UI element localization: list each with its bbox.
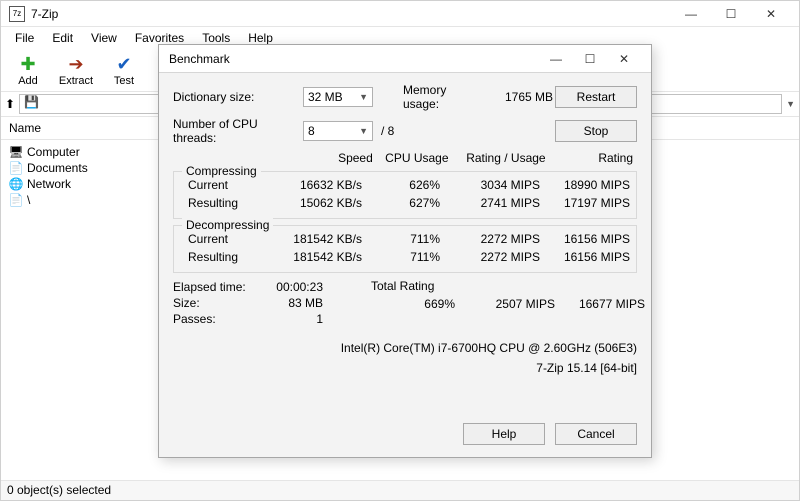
up-icon[interactable]: ⬆	[5, 97, 15, 111]
decomp-resulting-speed: 181542 KB/s	[266, 250, 366, 264]
app-title: 7-Zip	[31, 7, 671, 21]
plus-icon: ✚	[17, 53, 39, 75]
decomp-resulting-cpu: 711%	[366, 250, 444, 264]
decomp-current-r: 16156 MIPS	[544, 232, 634, 246]
benchmark-dialog: Benchmark — ☐ ✕ Dictionary size: 32 MB ▼…	[158, 44, 652, 458]
comp-resulting-ru: 2741 MIPS	[444, 196, 544, 210]
list-item-label: Computer	[27, 145, 80, 159]
decomp-resulting-r: 16156 MIPS	[544, 250, 634, 264]
header-rating-usage: Rating / Usage	[453, 151, 550, 165]
header-rating: Rating	[550, 151, 637, 165]
decomp-current-speed: 181542 KB/s	[266, 232, 366, 246]
dialog-minimize-button[interactable]: —	[539, 48, 573, 70]
total-rating-label: Total Rating	[347, 279, 645, 293]
passes-value: 1	[261, 312, 323, 326]
passes-label: Passes:	[173, 312, 261, 326]
dict-size-value: 32 MB	[308, 90, 343, 104]
menu-view[interactable]: View	[83, 29, 125, 47]
list-item-label: \	[27, 193, 30, 207]
elapsed-value: 00:00:23	[261, 280, 323, 294]
stop-button[interactable]: Stop	[555, 120, 637, 142]
threads-select[interactable]: 8 ▼	[303, 121, 373, 141]
add-button[interactable]: ✚ Add	[5, 51, 51, 89]
cancel-button[interactable]: Cancel	[555, 423, 637, 445]
decomp-current-ru: 2272 MIPS	[444, 232, 544, 246]
compressing-title: Compressing	[182, 164, 261, 178]
decompressing-title: Decompressing	[182, 218, 273, 232]
chevron-down-icon: ▼	[359, 126, 368, 136]
main-titlebar: 7z 7-Zip — ☐ ✕	[1, 1, 799, 27]
decomp-current-cpu: 711%	[366, 232, 444, 246]
size-label: Size:	[173, 296, 261, 310]
dict-size-label: Dictionary size:	[173, 90, 303, 104]
check-icon: ✔	[113, 53, 135, 75]
list-item-label: Documents	[27, 161, 88, 175]
drive-icon: 💾	[24, 95, 39, 109]
extract-button[interactable]: ➔ Extract	[53, 51, 99, 89]
network-icon: 🌐	[9, 177, 23, 191]
comp-resulting-label: Resulting	[188, 196, 266, 210]
comp-current-ru: 3034 MIPS	[444, 178, 544, 192]
restart-button[interactable]: Restart	[555, 86, 637, 108]
comp-current-label: Current	[188, 178, 266, 192]
version-info: 7-Zip 15.14 [64-bit]	[173, 361, 637, 375]
app-icon: 7z	[9, 6, 25, 22]
test-button[interactable]: ✔ Test	[101, 51, 147, 89]
blank-icon: 📄	[9, 193, 23, 207]
folder-icon: 📄	[9, 161, 23, 175]
menu-edit[interactable]: Edit	[44, 29, 81, 47]
mem-usage-label: Memory usage:	[373, 83, 483, 111]
total-cpu: 669%	[377, 297, 455, 311]
statusbar: 0 object(s) selected	[1, 480, 799, 500]
threads-label: Number of CPU threads:	[173, 117, 303, 145]
comp-resulting-cpu: 627%	[366, 196, 444, 210]
compressing-group: Compressing Current 16632 KB/s 626% 3034…	[173, 171, 637, 219]
close-button[interactable]: ✕	[751, 2, 791, 26]
threads-total: / 8	[373, 124, 394, 138]
mem-usage-value: 1765 MB	[483, 90, 553, 104]
dict-size-select[interactable]: 32 MB ▼	[303, 87, 373, 107]
list-item-label: Network	[27, 177, 71, 191]
chevron-down-icon: ▼	[359, 92, 368, 102]
minimize-button[interactable]: —	[671, 2, 711, 26]
header-speed: Speed	[262, 151, 377, 165]
size-value: 83 MB	[261, 296, 323, 310]
comp-resulting-r: 17197 MIPS	[544, 196, 634, 210]
dialog-titlebar[interactable]: Benchmark — ☐ ✕	[159, 45, 651, 73]
computer-icon: 🖥	[9, 145, 23, 159]
status-text: 0 object(s) selected	[7, 483, 111, 497]
comp-current-r: 18990 MIPS	[544, 178, 634, 192]
dialog-close-button[interactable]: ✕	[607, 48, 641, 70]
chevron-down-icon[interactable]: ▼	[786, 99, 795, 109]
header-cpu: CPU Usage	[377, 151, 453, 165]
elapsed-label: Elapsed time:	[173, 280, 261, 294]
decomp-resulting-ru: 2272 MIPS	[444, 250, 544, 264]
total-r: 16677 MIPS	[555, 297, 645, 311]
extract-icon: ➔	[65, 53, 87, 75]
cpu-info: Intel(R) Core(TM) i7-6700HQ CPU @ 2.60GH…	[173, 341, 637, 355]
total-ru: 2507 MIPS	[455, 297, 555, 311]
comp-current-cpu: 626%	[366, 178, 444, 192]
comp-resulting-speed: 15062 KB/s	[266, 196, 366, 210]
threads-value: 8	[308, 124, 315, 138]
decompressing-group: Decompressing Current 181542 KB/s 711% 2…	[173, 225, 637, 273]
comp-current-speed: 16632 KB/s	[266, 178, 366, 192]
decomp-current-label: Current	[188, 232, 266, 246]
maximize-button[interactable]: ☐	[711, 2, 751, 26]
dialog-title: Benchmark	[169, 52, 539, 66]
decomp-resulting-label: Resulting	[188, 250, 266, 264]
help-button[interactable]: Help	[463, 423, 545, 445]
menu-file[interactable]: File	[7, 29, 42, 47]
dialog-maximize-button[interactable]: ☐	[573, 48, 607, 70]
